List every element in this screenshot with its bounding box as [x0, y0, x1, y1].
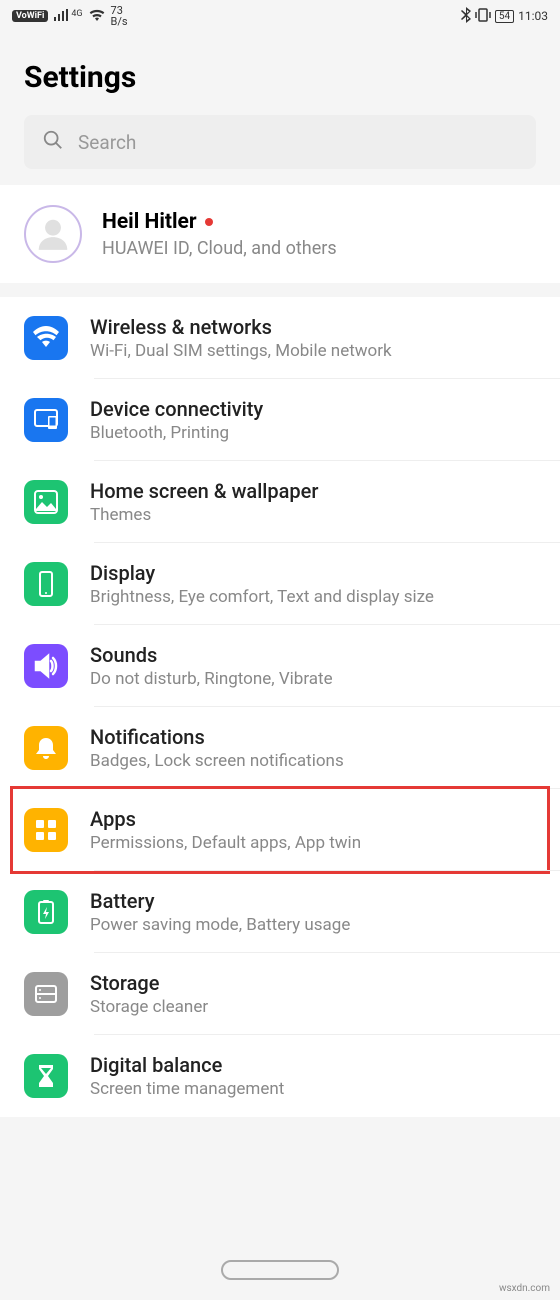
item-text: Apps Permissions, Default apps, App twin — [90, 807, 536, 853]
item-title: Wireless & networks — [90, 315, 536, 339]
search-placeholder: Search — [78, 131, 136, 154]
image-icon — [24, 480, 68, 524]
item-title: Device connectivity — [90, 397, 536, 421]
signal-icon: 4G — [54, 9, 82, 24]
item-subtitle: Bluetooth, Printing — [90, 423, 536, 443]
sound-icon — [24, 644, 68, 688]
item-subtitle: Wi-Fi, Dual SIM settings, Mobile network — [90, 341, 536, 361]
search-input[interactable]: Search — [24, 115, 536, 169]
item-text: Home screen & wallpaper Themes — [90, 479, 536, 525]
phone-icon — [24, 562, 68, 606]
item-title: Notifications — [90, 725, 536, 749]
storage-icon — [24, 972, 68, 1016]
item-subtitle: Do not disturb, Ringtone, Vibrate — [90, 669, 536, 689]
item-text: Digital balance Screen time management — [90, 1053, 536, 1099]
profile-subtitle: HUAWEI ID, Cloud, and others — [102, 238, 536, 259]
settings-list: Wireless & networks Wi-Fi, Dual SIM sett… — [0, 297, 560, 1117]
item-text: Display Brightness, Eye comfort, Text an… — [90, 561, 536, 607]
search-icon — [42, 129, 64, 155]
settings-item-phone[interactable]: Display Brightness, Eye comfort, Text an… — [0, 543, 560, 625]
profile-text: Heil Hitler HUAWEI ID, Cloud, and others — [102, 210, 536, 259]
settings-item-grid[interactable]: Apps Permissions, Default apps, App twin — [0, 789, 560, 871]
settings-item-storage[interactable]: Storage Storage cleaner — [0, 953, 560, 1035]
grid-icon — [24, 808, 68, 852]
item-subtitle: Power saving mode, Battery usage — [90, 915, 536, 935]
settings-item-bell[interactable]: Notifications Badges, Lock screen notifi… — [0, 707, 560, 789]
page-title: Settings — [0, 32, 560, 115]
item-subtitle: Brightness, Eye comfort, Text and displa… — [90, 587, 536, 607]
settings-item-sound[interactable]: Sounds Do not disturb, Ringtone, Vibrate — [0, 625, 560, 707]
nav-pill-icon[interactable] — [221, 1260, 339, 1280]
battery-icon — [24, 890, 68, 934]
status-left: VoWiFi 4G 73B/s — [12, 5, 128, 27]
item-title: Battery — [90, 889, 536, 913]
settings-item-hourglass[interactable]: Digital balance Screen time management — [0, 1035, 560, 1117]
item-subtitle: Badges, Lock screen notifications — [90, 751, 536, 771]
battery-indicator: 54 — [495, 10, 514, 23]
profile-row[interactable]: Heil Hitler HUAWEI ID, Cloud, and others — [0, 185, 560, 283]
item-text: Notifications Badges, Lock screen notifi… — [90, 725, 536, 771]
time-label: 11:03 — [518, 9, 548, 23]
item-title: Sounds — [90, 643, 536, 667]
settings-item-devices[interactable]: Device connectivity Bluetooth, Printing — [0, 379, 560, 461]
profile-name: Heil Hitler — [102, 210, 536, 234]
devices-icon — [24, 398, 68, 442]
status-right: 54 11:03 — [461, 7, 548, 26]
wifi-status-icon — [89, 9, 105, 24]
item-subtitle: Storage cleaner — [90, 997, 536, 1017]
notification-dot-icon — [205, 218, 213, 226]
item-subtitle: Permissions, Default apps, App twin — [90, 833, 536, 853]
item-title: Digital balance — [90, 1053, 536, 1077]
settings-item-wifi[interactable]: Wireless & networks Wi-Fi, Dual SIM sett… — [0, 297, 560, 379]
hourglass-icon — [24, 1054, 68, 1098]
nav-bar — [0, 1260, 560, 1280]
item-title: Apps — [90, 807, 536, 831]
item-text: Device connectivity Bluetooth, Printing — [90, 397, 536, 443]
bell-icon — [24, 726, 68, 770]
speed-indicator: 73B/s — [111, 5, 128, 27]
item-text: Battery Power saving mode, Battery usage — [90, 889, 536, 935]
item-text: Sounds Do not disturb, Ringtone, Vibrate — [90, 643, 536, 689]
watermark: wsxdn.com — [499, 1283, 550, 1294]
vibrate-icon — [475, 8, 491, 25]
item-title: Storage — [90, 971, 536, 995]
vowifi-badge: VoWiFi — [12, 10, 48, 22]
item-subtitle: Themes — [90, 505, 536, 525]
item-title: Display — [90, 561, 536, 585]
status-bar: VoWiFi 4G 73B/s 54 11:03 — [0, 0, 560, 32]
settings-item-battery[interactable]: Battery Power saving mode, Battery usage — [0, 871, 560, 953]
wifi-icon — [24, 316, 68, 360]
item-text: Storage Storage cleaner — [90, 971, 536, 1017]
item-title: Home screen & wallpaper — [90, 479, 536, 503]
bluetooth-icon — [461, 7, 471, 26]
item-text: Wireless & networks Wi-Fi, Dual SIM sett… — [90, 315, 536, 361]
settings-item-image[interactable]: Home screen & wallpaper Themes — [0, 461, 560, 543]
avatar — [24, 205, 82, 263]
item-subtitle: Screen time management — [90, 1079, 536, 1099]
